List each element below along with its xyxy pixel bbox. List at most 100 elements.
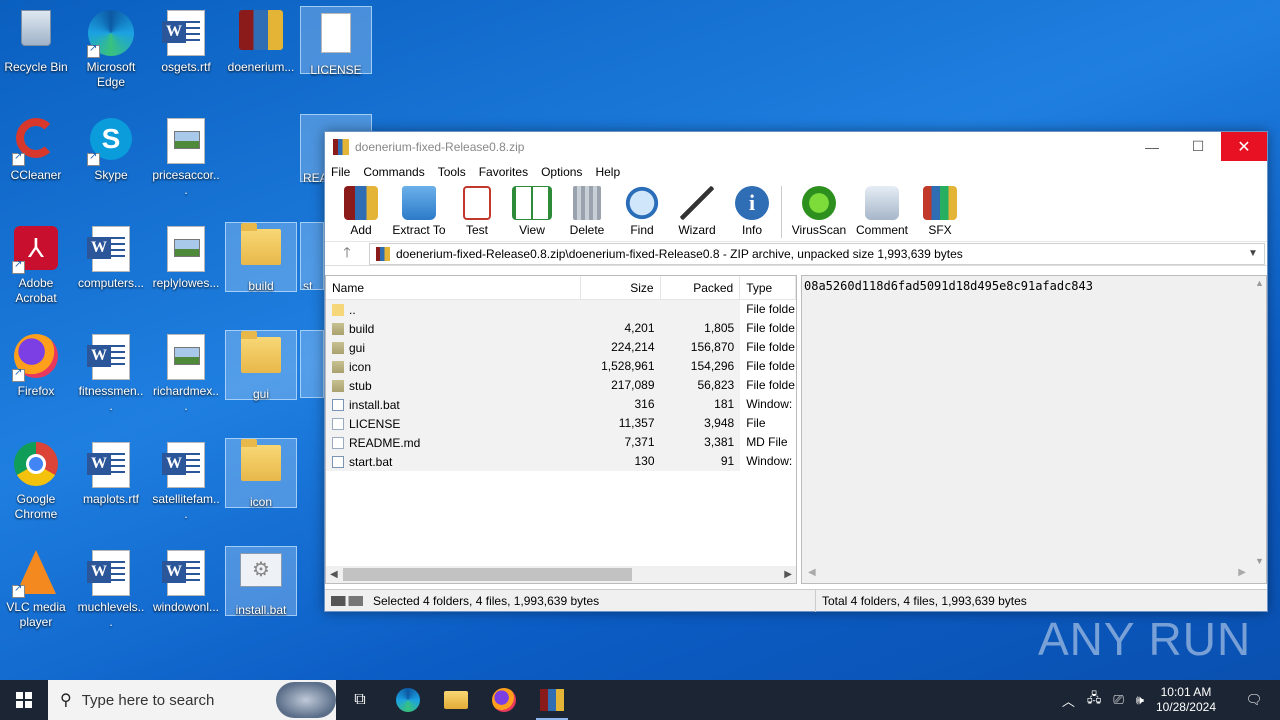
taskbar-edge[interactable] bbox=[384, 680, 432, 720]
menu-options[interactable]: Options bbox=[541, 165, 582, 179]
menu-help[interactable]: Help bbox=[595, 165, 620, 179]
desktop-icon-pricesaccor[interactable]: pricesaccor... bbox=[150, 112, 222, 202]
desktop-icon-start-bat[interactable]: st bbox=[300, 222, 324, 290]
desktop-icon-google-chrome[interactable]: Google Chrome bbox=[0, 436, 72, 526]
file-row[interactable]: icon 1,528,961 154,296 File folde bbox=[326, 357, 796, 376]
chevron-up-icon[interactable]: ︿ bbox=[1062, 691, 1075, 710]
task-view-button[interactable]: ⧉ bbox=[336, 680, 384, 720]
chevron-down-icon[interactable]: ▼ bbox=[1248, 248, 1264, 259]
menu-tools[interactable]: Tools bbox=[438, 165, 466, 179]
content-panes: Name Size Packed Type .. File folde build 4… bbox=[325, 275, 1267, 584]
view-button[interactable]: View bbox=[506, 182, 558, 237]
horizontal-scrollbar[interactable]: ◀ ▶ bbox=[326, 566, 796, 583]
desktop-icon-firefox[interactable]: Firefox bbox=[0, 328, 72, 418]
scroll-up-icon[interactable]: ▲ bbox=[1255, 278, 1264, 288]
desktop-icon-windowonl[interactable]: W windowonl... bbox=[150, 544, 222, 634]
desktop-icon-computers[interactable]: W computers... bbox=[75, 220, 147, 310]
desktop-icon-stub-folder[interactable] bbox=[300, 330, 324, 398]
file-row[interactable]: .. File folde bbox=[326, 300, 796, 319]
desktop-icon-maplots[interactable]: W maplots.rtf bbox=[75, 436, 147, 526]
file-row[interactable]: LICENSE 11,357 3,948 File bbox=[326, 414, 796, 433]
up-arrow-icon[interactable]: 🡑 bbox=[325, 242, 369, 266]
taskbar-file-explorer[interactable] bbox=[432, 680, 480, 720]
file-row[interactable]: gui 224,214 156,870 File folde bbox=[326, 338, 796, 357]
word-document-icon: W bbox=[162, 550, 210, 598]
title-bar[interactable]: doenerium-fixed-Release0.8.zip — ☐ ✕ bbox=[325, 132, 1267, 161]
desktop-icon-install-bat[interactable]: ⚙ install.bat bbox=[225, 546, 297, 617]
close-button[interactable]: ✕ bbox=[1221, 132, 1267, 161]
vertical-scrollbar[interactable]: ▲ ▼ bbox=[1252, 276, 1266, 568]
batch-file-icon: ⚙ bbox=[237, 553, 285, 601]
network-icon[interactable]: 🖧 bbox=[1087, 689, 1102, 711]
desktop-icon-vlc[interactable]: VLC media player bbox=[0, 544, 72, 634]
windows-logo-icon bbox=[16, 692, 32, 708]
desktop-icon-icon-folder[interactable]: icon bbox=[225, 438, 297, 509]
virusscan-button[interactable]: VirusScan bbox=[788, 182, 850, 237]
menu-favorites[interactable]: Favorites bbox=[479, 165, 528, 179]
wizard-button[interactable]: Wizard bbox=[671, 182, 723, 237]
desktop-icon-microsoft-edge[interactable]: Microsoft Edge bbox=[75, 4, 147, 94]
comment-horizontal-scrollbar[interactable]: ◀ ▶ bbox=[802, 566, 1266, 583]
file-row[interactable]: start.bat 130 91 Window: bbox=[326, 452, 796, 471]
scroll-left-icon[interactable]: ◀ bbox=[330, 569, 338, 580]
scroll-left-icon[interactable]: ◀ bbox=[808, 567, 816, 578]
comment-button[interactable]: Comment bbox=[853, 182, 911, 237]
desktop-icon-adobe-acrobat[interactable]: ⅄ Adobe Acrobat bbox=[0, 220, 72, 310]
column-size[interactable]: Size bbox=[581, 275, 661, 300]
taskbar-winrar[interactable] bbox=[528, 680, 576, 720]
scrollbar-thumb[interactable] bbox=[343, 568, 632, 581]
delete-button[interactable]: Delete bbox=[561, 182, 613, 237]
minimize-button[interactable]: — bbox=[1129, 132, 1175, 161]
column-packed[interactable]: Packed bbox=[661, 275, 741, 300]
desktop-icon-build-folder[interactable]: build bbox=[225, 222, 297, 293]
file-row[interactable]: README.md 7,371 3,381 MD File bbox=[326, 433, 796, 452]
start-button[interactable] bbox=[0, 680, 48, 720]
scroll-right-icon[interactable]: ▶ bbox=[1238, 567, 1246, 578]
extract-to-button[interactable]: Extract To bbox=[390, 182, 448, 237]
column-type[interactable]: Type bbox=[740, 275, 797, 300]
file-type-cell: File folde bbox=[746, 359, 795, 373]
shortcut-arrow-icon bbox=[12, 583, 25, 598]
clock[interactable]: 10:01 AM 10/28/2024 bbox=[1156, 685, 1216, 715]
desktop-icon-replylowes[interactable]: replylowes... bbox=[150, 220, 222, 310]
comment-pane: 08a5260d118d6fad5091d18d495e8c91afadc843… bbox=[801, 275, 1267, 584]
file-list[interactable]: Name Size Packed Type .. File folde build 4… bbox=[325, 275, 797, 584]
desktop-icon-ccleaner[interactable]: CCleaner bbox=[0, 112, 72, 202]
column-name[interactable]: Name bbox=[326, 275, 581, 300]
window-title: doenerium-fixed-Release0.8.zip bbox=[355, 139, 525, 154]
file-row[interactable]: stub 217,089 56,823 File folde bbox=[326, 376, 796, 395]
folder-icon bbox=[332, 322, 344, 335]
file-row[interactable]: build 4,201 1,805 File folde bbox=[326, 319, 796, 338]
notification-icon[interactable]: 🗨 bbox=[1234, 692, 1274, 708]
add-button[interactable]: Add bbox=[335, 182, 387, 237]
menu-commands[interactable]: Commands bbox=[363, 165, 424, 179]
find-button[interactable]: Find bbox=[616, 182, 668, 237]
taskbar-firefox[interactable] bbox=[480, 680, 528, 720]
desktop-icon-richardmex[interactable]: richardmex... bbox=[150, 328, 222, 418]
address-field[interactable]: doenerium-fixed-Release0.8.zip\doenerium… bbox=[369, 242, 1265, 265]
scroll-right-icon[interactable]: ▶ bbox=[784, 569, 792, 580]
desktop-icon-gui-folder[interactable]: gui bbox=[225, 330, 297, 401]
find-icon bbox=[625, 186, 659, 220]
taskbar-search[interactable]: ⚲ Type here to search bbox=[48, 680, 336, 720]
menu-file[interactable]: File bbox=[331, 165, 350, 179]
desktop-icon-license[interactable]: LICENSE bbox=[300, 6, 372, 77]
desktop-icon-doenerium-zip[interactable]: doenerium... bbox=[225, 4, 297, 94]
sfx-button[interactable]: SFX bbox=[914, 182, 966, 237]
desktop-icon-skype[interactable]: S Skype bbox=[75, 112, 147, 202]
info-button[interactable]: i Info bbox=[726, 182, 778, 237]
desktop-icon-muchlevels[interactable]: W muchlevels... bbox=[75, 544, 147, 634]
test-button[interactable]: Test bbox=[451, 182, 503, 237]
ethernet-icon[interactable]: ⎚ bbox=[1113, 692, 1123, 708]
desktop-icon-satellitefam[interactable]: W satellitefam... bbox=[150, 436, 222, 526]
maximize-button[interactable]: ☐ bbox=[1175, 132, 1221, 161]
desktop-icon-fitnessmen[interactable]: W fitnessmen... bbox=[75, 328, 147, 418]
file-row[interactable]: install.bat 316 181 Window: bbox=[326, 395, 796, 414]
desktop-icon-osgets[interactable]: W osgets.rtf bbox=[150, 4, 222, 94]
volume-icon[interactable]: 🕪 bbox=[1136, 692, 1144, 708]
desktop-icon-recycle-bin[interactable]: Recycle Bin bbox=[0, 4, 72, 94]
status-total: Total 4 folders, 4 files, 1,993,639 byte… bbox=[815, 589, 1267, 612]
comment-icon bbox=[865, 186, 899, 220]
scroll-down-icon[interactable]: ▼ bbox=[1255, 556, 1264, 566]
file-type-cell: File folde bbox=[746, 340, 795, 354]
